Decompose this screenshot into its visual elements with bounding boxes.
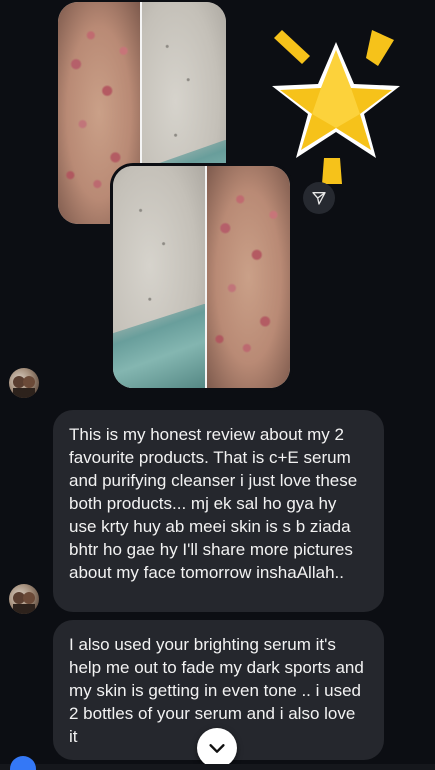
chevron-down-icon bbox=[209, 744, 225, 753]
paper-plane-icon bbox=[312, 192, 326, 205]
star-sticker[interactable] bbox=[262, 18, 410, 186]
photo-half-acne bbox=[207, 166, 290, 388]
photo-cloth bbox=[113, 303, 205, 388]
chat-screen: This is my honest review about my 2 favo… bbox=[0, 0, 435, 770]
message-bubble[interactable]: This is my honest review about my 2 favo… bbox=[53, 410, 384, 612]
photo-half-clear bbox=[113, 166, 205, 388]
camera-button[interactable] bbox=[10, 756, 36, 770]
sender-avatar[interactable] bbox=[9, 584, 39, 614]
message-text: This is my honest review about my 2 favo… bbox=[69, 425, 358, 582]
share-button[interactable] bbox=[303, 182, 335, 214]
sender-avatar[interactable] bbox=[9, 368, 39, 398]
message-composer bbox=[0, 756, 435, 770]
avatar-image bbox=[13, 592, 35, 614]
avatar-image bbox=[13, 376, 35, 398]
scroll-to-bottom-button[interactable] bbox=[197, 728, 237, 768]
photo-before-after-2[interactable] bbox=[113, 166, 290, 388]
photo-divider bbox=[205, 166, 207, 388]
star-icon bbox=[272, 30, 400, 184]
